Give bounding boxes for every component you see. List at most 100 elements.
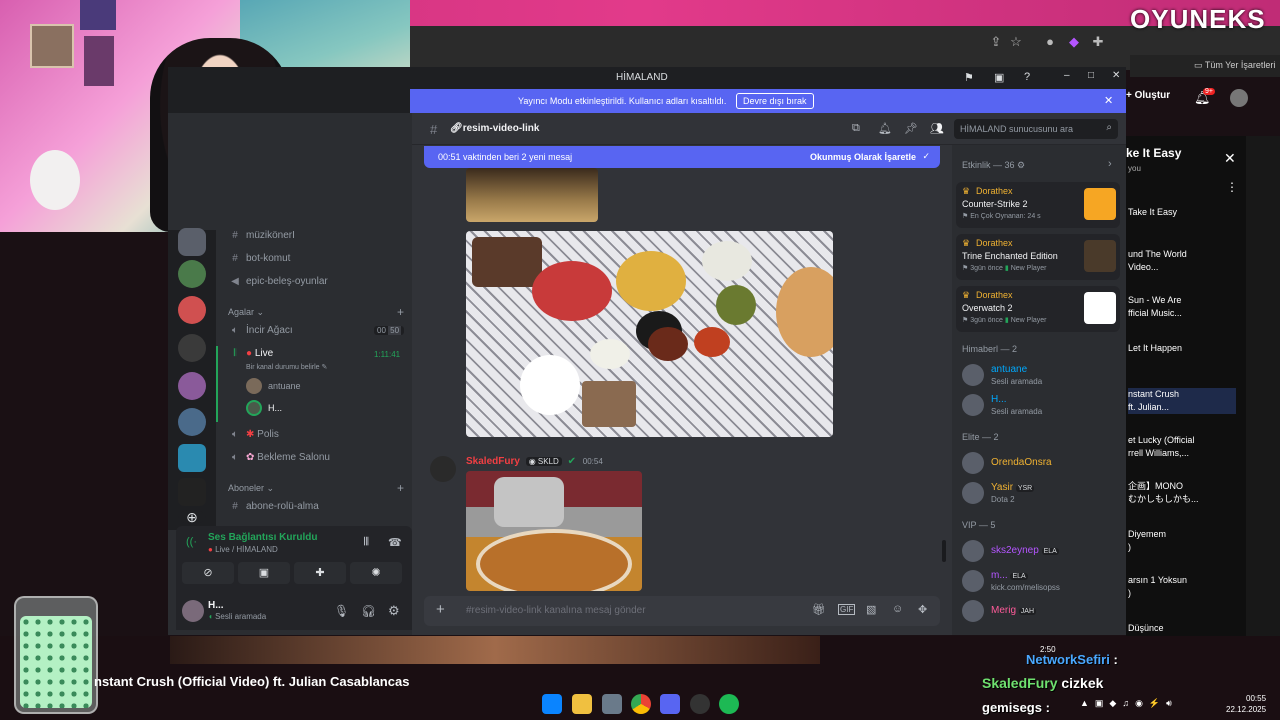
server-icon[interactable] [178,478,206,506]
sticker-icon[interactable]: ▧ [866,603,876,616]
inbox-icon[interactable]: ⚑ [964,71,974,84]
minimize-icon[interactable]: – [1064,70,1070,81]
message-author[interactable]: SkaledFury [466,456,520,467]
voice-channel[interactable]: 🔈︎ ✱ Polis [228,429,279,440]
avatar[interactable] [1230,89,1248,107]
close-window-icon[interactable]: ✕ [1112,70,1120,81]
install-icon[interactable]: ⇪ [988,34,1004,50]
gift-icon[interactable]: 🎁︎ [812,603,826,616]
scrollbar[interactable] [942,540,946,562]
windows-start-icon[interactable] [542,694,562,714]
message-image[interactable] [466,231,833,437]
member-row[interactable]: Merig JAH [960,598,1120,624]
playlist-item[interactable]: nstant Crush ft. Julian... [1128,388,1236,414]
avatar[interactable] [182,600,204,622]
connection-sub[interactable]: ● Live / HİMALAND [208,545,278,554]
extension-icon[interactable]: ● [1042,34,1058,50]
channel-item[interactable]: # bot-komut [228,253,290,264]
activity-card[interactable]: ♛ Dorathex Counter-Strike 2 ⚑ En Çok Oyn… [956,182,1120,228]
disable-button[interactable]: Devre dışı bırak [736,93,814,109]
puzzle-icon[interactable]: ✚ [1090,34,1106,50]
headphones-icon[interactable]: 🎧︎ [361,604,376,618]
server-search-input[interactable]: HİMALAND sunucusunu ara ⌕ [954,119,1118,139]
add-channel-icon[interactable]: + [397,481,404,495]
notifications-button[interactable]: 🔔︎ 9+ [1194,88,1215,106]
chevron-right-icon[interactable]: › [1108,158,1112,170]
message-input[interactable]: #resim-video-link kanalına mesaj gönder [466,605,646,616]
author-avatar[interactable] [430,456,456,482]
obs-icon[interactable] [690,694,710,714]
activity-card[interactable]: ♛ Dorathex Trine Enchanted Edition ⚑ 3gü… [956,234,1120,280]
member-row[interactable]: OrendaOnsra [960,450,1120,476]
playlist-item[interactable]: arsın 1 Yoksun) [1128,574,1187,600]
add-server-icon[interactable]: ⊕ [178,510,206,524]
channel-item[interactable]: # abone-rolü-alma [228,501,319,512]
new-messages-bar[interactable]: 00:51 vaktinden beri 2 yeni mesaj Okunmu… [424,146,940,168]
spotify-icon[interactable] [719,694,739,714]
server-icon[interactable] [178,296,206,324]
close-icon[interactable]: ✕ [1224,150,1236,167]
server-icon[interactable] [178,228,206,256]
channel-item[interactable]: ◀ epic-beleş-oyunlar [228,276,328,287]
member-row[interactable]: sks2eynep ELA [960,538,1120,564]
chrome-icon[interactable] [631,694,651,714]
mark-read-button[interactable]: Okunmuş Olarak İşaretle [810,152,916,162]
add-channel-icon[interactable]: + [397,305,404,319]
member-row[interactable]: antuane Sesli aramada [960,362,1120,388]
close-icon[interactable]: ✕ [1104,94,1113,107]
apps-icon[interactable]: ✥ [918,603,927,616]
gif-icon[interactable]: GIF [838,604,856,615]
playlist-item[interactable]: und The World Video... [1128,248,1187,274]
soundboard-icon[interactable]: 𝄃𝄃 [364,536,369,549]
category-aboneler[interactable]: Aboneler ⌄ [228,483,274,494]
pin-icon[interactable]: 📌︎ [904,122,918,135]
voice-channel-live[interactable]: 𝄃 ● Live [228,348,273,359]
server-icon[interactable] [178,260,206,288]
soundboard-button[interactable]: ✺ [350,562,402,584]
playlist-item[interactable]: Diyemem) [1128,528,1166,554]
app-icon[interactable] [602,694,622,714]
add-attachment-icon[interactable]: + [436,601,445,618]
system-tray[interactable]: ▲▣◆♫◉⚡🔊︎ [1080,698,1178,709]
member-row[interactable]: Yasir YSR Dota 2 [960,480,1120,506]
settings-gear-icon[interactable]: ⚙ [388,603,400,619]
voice-channel[interactable]: 🔈︎ İncir Ağacı [228,325,293,336]
member-row[interactable]: H... Sesli aramada [960,392,1120,418]
category-agalar[interactable]: Agalar ⌄ [228,307,264,318]
playlist-item[interactable]: Let It Happen [1128,342,1182,355]
server-icon[interactable] [178,408,206,436]
create-button[interactable]: + Oluştur [1126,90,1170,101]
file-explorer-icon[interactable] [572,694,592,714]
channel-item[interactable]: # müzikönerI [228,230,295,241]
maximize-icon[interactable]: □ [1088,70,1094,81]
message-image[interactable] [466,168,598,222]
voice-user[interactable]: H... [268,403,282,413]
emoji-icon[interactable]: ☺ [892,603,903,615]
system-clock[interactable]: 00:55 22.12.2025 [1226,693,1266,715]
disconnect-icon[interactable]: ☎ [388,536,402,549]
help-icon[interactable]: ? [1024,71,1030,83]
screen-share-button[interactable]: ▣ [238,562,290,584]
microphone-icon[interactable]: 🎙︎ [334,604,349,618]
bookmark-star-icon[interactable]: ☆ [1008,34,1024,50]
more-options-icon[interactable]: ⋮ [1226,180,1238,194]
all-bookmarks[interactable]: ▭ Tüm Yer İşaretleri [1194,60,1275,71]
voice-user[interactable]: antuane [268,381,301,391]
playlist-item[interactable]: et Lucky (Official rrell Williams,... [1128,434,1194,460]
threads-icon[interactable]: ⧉ [852,122,860,135]
server-icon[interactable] [178,444,206,472]
channel-status[interactable]: Bir kanal durumu belirle ✎ [246,363,327,371]
notification-bell-icon[interactable]: 🔔︎ [878,122,892,135]
playlist-item[interactable]: Sun - We Are fficial Music... [1128,294,1182,320]
discord-icon[interactable] [660,694,680,714]
playlist-item[interactable]: Take It Easy [1128,206,1177,219]
server-icon[interactable] [178,334,206,362]
activities-button[interactable]: ✚ [294,562,346,584]
message-image[interactable] [466,471,642,591]
server-icon[interactable] [178,372,206,400]
activity-card[interactable]: ♛ Dorathex Overwatch 2 ⚑ 3gün önce ▮ New… [956,286,1120,332]
member-list-icon[interactable]: 👥︎ [930,122,944,135]
extension-icon[interactable]: ◆ [1066,34,1082,50]
monitor-icon[interactable]: ▣ [994,71,1004,84]
message-composer[interactable]: + #resim-video-link kanalına mesaj gönde… [424,596,940,626]
